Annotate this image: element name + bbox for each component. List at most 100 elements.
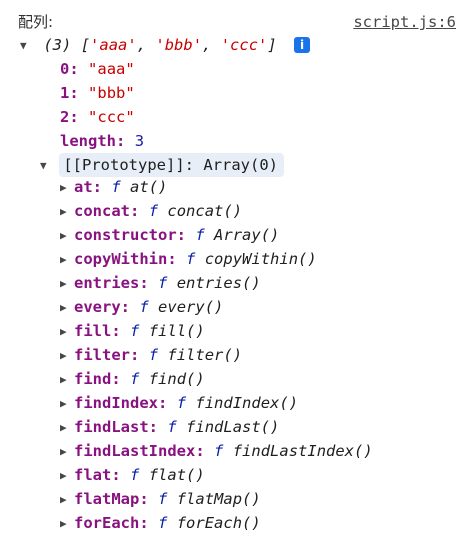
method-signature: filter()	[167, 346, 243, 364]
prototype-method-row[interactable]: ▶ fill: f fill()	[60, 319, 205, 343]
collapsed-triangle-icon[interactable]: ▶	[60, 488, 74, 512]
prototype-method-row[interactable]: ▶ copyWithin: f copyWithin()	[60, 247, 317, 271]
method-name: entries	[74, 274, 140, 292]
method-signature: copyWithin()	[204, 250, 317, 268]
function-keyword: f	[130, 322, 140, 340]
collapsed-triangle-icon[interactable]: ▶	[60, 320, 74, 344]
prototype-method-row[interactable]: ▶ flat: f flat()	[60, 463, 205, 487]
prototype-method-row[interactable]: ▶ find: f find()	[60, 367, 205, 391]
method-signature: findLast()	[186, 418, 280, 436]
prototype-label: [[Prototype]]	[63, 156, 185, 174]
prototype-method-row[interactable]: ▶ entries: f entries()	[60, 271, 261, 295]
length-key: length	[60, 132, 116, 150]
prototype-method-row[interactable]: ▶ findLastIndex: f findLastIndex()	[60, 439, 373, 463]
function-keyword: f	[167, 418, 177, 436]
collapsed-triangle-icon[interactable]: ▶	[60, 440, 74, 464]
function-keyword: f	[176, 394, 187, 412]
log-label: 配列:	[18, 13, 54, 31]
method-signature: every()	[158, 298, 224, 316]
method-signature: at()	[130, 178, 168, 196]
function-keyword: f	[214, 442, 224, 460]
entry-key: 1	[60, 84, 70, 102]
method-name: at	[74, 178, 93, 196]
method-name: findLast	[74, 418, 149, 436]
array-summary-item: 'ccc'	[220, 36, 268, 54]
array-summary-item: 'aaa'	[90, 36, 137, 54]
prototype-method-row[interactable]: ▶ findLast: f findLast()	[60, 415, 279, 439]
function-keyword: f	[130, 370, 140, 388]
function-keyword: f	[158, 514, 168, 532]
method-signature: find()	[148, 370, 205, 388]
prototype-method-row[interactable]: ▶ flatMap: f flatMap()	[60, 487, 261, 511]
array-count: (3)	[43, 36, 72, 54]
function-keyword: f	[195, 226, 205, 244]
collapsed-triangle-icon[interactable]: ▶	[60, 416, 74, 440]
entry-value: "bbb"	[88, 84, 135, 102]
collapsed-triangle-icon[interactable]: ▶	[60, 224, 74, 248]
array-entry-row: 1: "bbb"	[60, 84, 135, 102]
method-name: fill	[74, 322, 112, 340]
method-name: findIndex	[74, 394, 158, 412]
prototype-method-row[interactable]: ▶ constructor: f Array()	[60, 223, 279, 247]
entry-value: "aaa"	[88, 60, 135, 78]
function-keyword: f	[186, 250, 196, 268]
function-keyword: f	[111, 178, 121, 196]
collapsed-triangle-icon[interactable]: ▶	[60, 248, 74, 272]
entry-key: 2	[60, 108, 70, 126]
method-signature: forEach()	[176, 514, 261, 532]
collapsed-triangle-icon[interactable]: ▶	[60, 392, 74, 416]
collapsed-triangle-icon[interactable]: ▶	[60, 272, 74, 296]
collapsed-triangle-icon[interactable]: ▶	[60, 200, 74, 224]
function-keyword: f	[130, 466, 140, 484]
array-open-bracket: [	[80, 36, 91, 54]
function-keyword: f	[148, 346, 159, 364]
array-entry-row: 0: "aaa"	[60, 60, 135, 78]
method-signature: entries()	[176, 274, 261, 292]
method-name: flat	[74, 466, 112, 484]
prototype-method-row[interactable]: ▶ every: f every()	[60, 295, 223, 319]
array-summary-item: 'bbb'	[155, 36, 203, 54]
method-name: every	[74, 298, 121, 316]
prototype-row[interactable]: ▼ [[Prototype]]: Array(0)	[40, 153, 285, 178]
array-close-bracket: ]	[267, 36, 277, 54]
expanded-triangle-icon[interactable]: ▼	[20, 34, 34, 58]
function-keyword: f	[148, 202, 159, 220]
method-signature: Array()	[214, 226, 280, 244]
prototype-method-row[interactable]: ▶ findIndex: f findIndex()	[60, 391, 298, 415]
method-signature: findLastIndex()	[232, 442, 373, 460]
method-name: constructor	[74, 226, 177, 244]
console-log-header: 配列: script.js:6	[18, 10, 456, 34]
source-link[interactable]: script.js:6	[353, 10, 456, 34]
array-entry-row: 2: "ccc"	[60, 108, 135, 126]
method-signature: findIndex()	[195, 394, 299, 412]
info-icon[interactable]: i	[294, 37, 311, 53]
prototype-method-row[interactable]: ▶ filter: f filter()	[60, 343, 242, 367]
prototype-method-row[interactable]: ▶ forEach: f forEach()	[60, 511, 261, 535]
method-name: find	[74, 370, 112, 388]
method-name: copyWithin	[74, 250, 168, 268]
method-name: concat	[74, 202, 130, 220]
array-summary-row[interactable]: ▼ (3) ['aaa', 'bbb', 'ccc'] i	[20, 33, 311, 58]
collapsed-triangle-icon[interactable]: ▶	[60, 368, 74, 392]
method-signature: flatMap()	[176, 490, 261, 508]
entry-value: "ccc"	[88, 108, 135, 126]
length-value: 3	[134, 132, 145, 150]
entry-key: 0	[60, 60, 70, 78]
method-signature: fill()	[148, 322, 205, 340]
collapsed-triangle-icon[interactable]: ▶	[60, 464, 74, 488]
length-row: length: 3	[60, 132, 145, 150]
collapsed-triangle-icon[interactable]: ▶	[60, 512, 74, 536]
prototype-method-row[interactable]: ▶ at: f at()	[60, 175, 167, 199]
method-name: forEach	[74, 514, 140, 532]
collapsed-triangle-icon[interactable]: ▶	[60, 176, 74, 200]
prototype-method-row[interactable]: ▶ concat: f concat()	[60, 199, 242, 223]
function-keyword: f	[158, 274, 168, 292]
method-signature: flat()	[148, 466, 205, 484]
prototype-value: Array(0)	[203, 156, 279, 174]
prototype-highlight[interactable]: [[Prototype]]: Array(0)	[59, 153, 285, 177]
function-keyword: f	[158, 490, 168, 508]
expanded-triangle-icon[interactable]: ▼	[40, 154, 54, 178]
collapsed-triangle-icon[interactable]: ▶	[60, 296, 74, 320]
method-signature: concat()	[167, 202, 243, 220]
collapsed-triangle-icon[interactable]: ▶	[60, 344, 74, 368]
